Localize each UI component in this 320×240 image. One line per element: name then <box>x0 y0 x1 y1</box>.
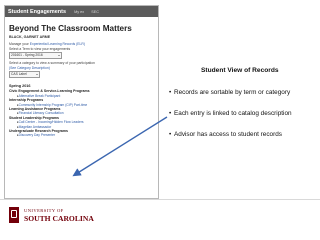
term-heading: Spring 2016 <box>9 84 31 89</box>
bullet-text: Advisor has access to student records <box>174 131 282 138</box>
university-logo-mark <box>9 207 19 223</box>
bullet-item: • Advisor has access to student records <box>169 131 292 152</box>
bullet-dot: • <box>169 89 172 96</box>
screenshot-topbar: Student Engagements My ex SEC <box>5 6 158 17</box>
term-select[interactable]: 201601 - Spring 2016 <box>9 52 62 60</box>
footer-divider <box>0 199 320 200</box>
bullet-item: • Records are sortable by term or categor… <box>169 89 292 110</box>
bullet-list: • Records are sortable by term or categor… <box>169 89 292 152</box>
footer-university: UNIVERSITY OF <box>24 208 64 213</box>
app-title: Student Engagements <box>8 8 67 15</box>
topbar-nav-item[interactable]: SEC <box>91 10 99 14</box>
term-prompt: Select a Term to view your engagements <box>9 46 71 51</box>
topbar-nav-item[interactable]: My ex <box>74 10 84 14</box>
category-select[interactable]: CAS Label <box>9 71 40 79</box>
student-name: BLACK, GARNET ARME <box>9 35 51 39</box>
record-link[interactable]: Discovery Day Presenter <box>9 133 154 137</box>
bullet-dot: • <box>169 110 172 117</box>
category-description-link[interactable]: (See Category Description) <box>9 66 154 71</box>
slide-title: Student View of Records <box>201 67 279 74</box>
manage-prefix: Manage your <box>9 42 30 46</box>
footer-state: SOUTH CAROLINA <box>24 214 94 223</box>
records-screenshot: Student Engagements My ex SEC Beyond The… <box>4 5 159 199</box>
bullet-dot: • <box>169 131 172 138</box>
bullet-text: Each entry is linked to catalog descript… <box>174 110 292 117</box>
screenshot-body: Beyond The Classroom Matters BLACK, GARN… <box>5 17 158 140</box>
elr-link[interactable]: Experiential Learning Records (ELR) <box>30 42 85 46</box>
bullet-text: Records are sortable by term or category <box>174 89 291 96</box>
bullet-item: • Each entry is linked to catalog descrip… <box>169 110 292 131</box>
page-title: Beyond The Classroom Matters <box>9 24 132 33</box>
